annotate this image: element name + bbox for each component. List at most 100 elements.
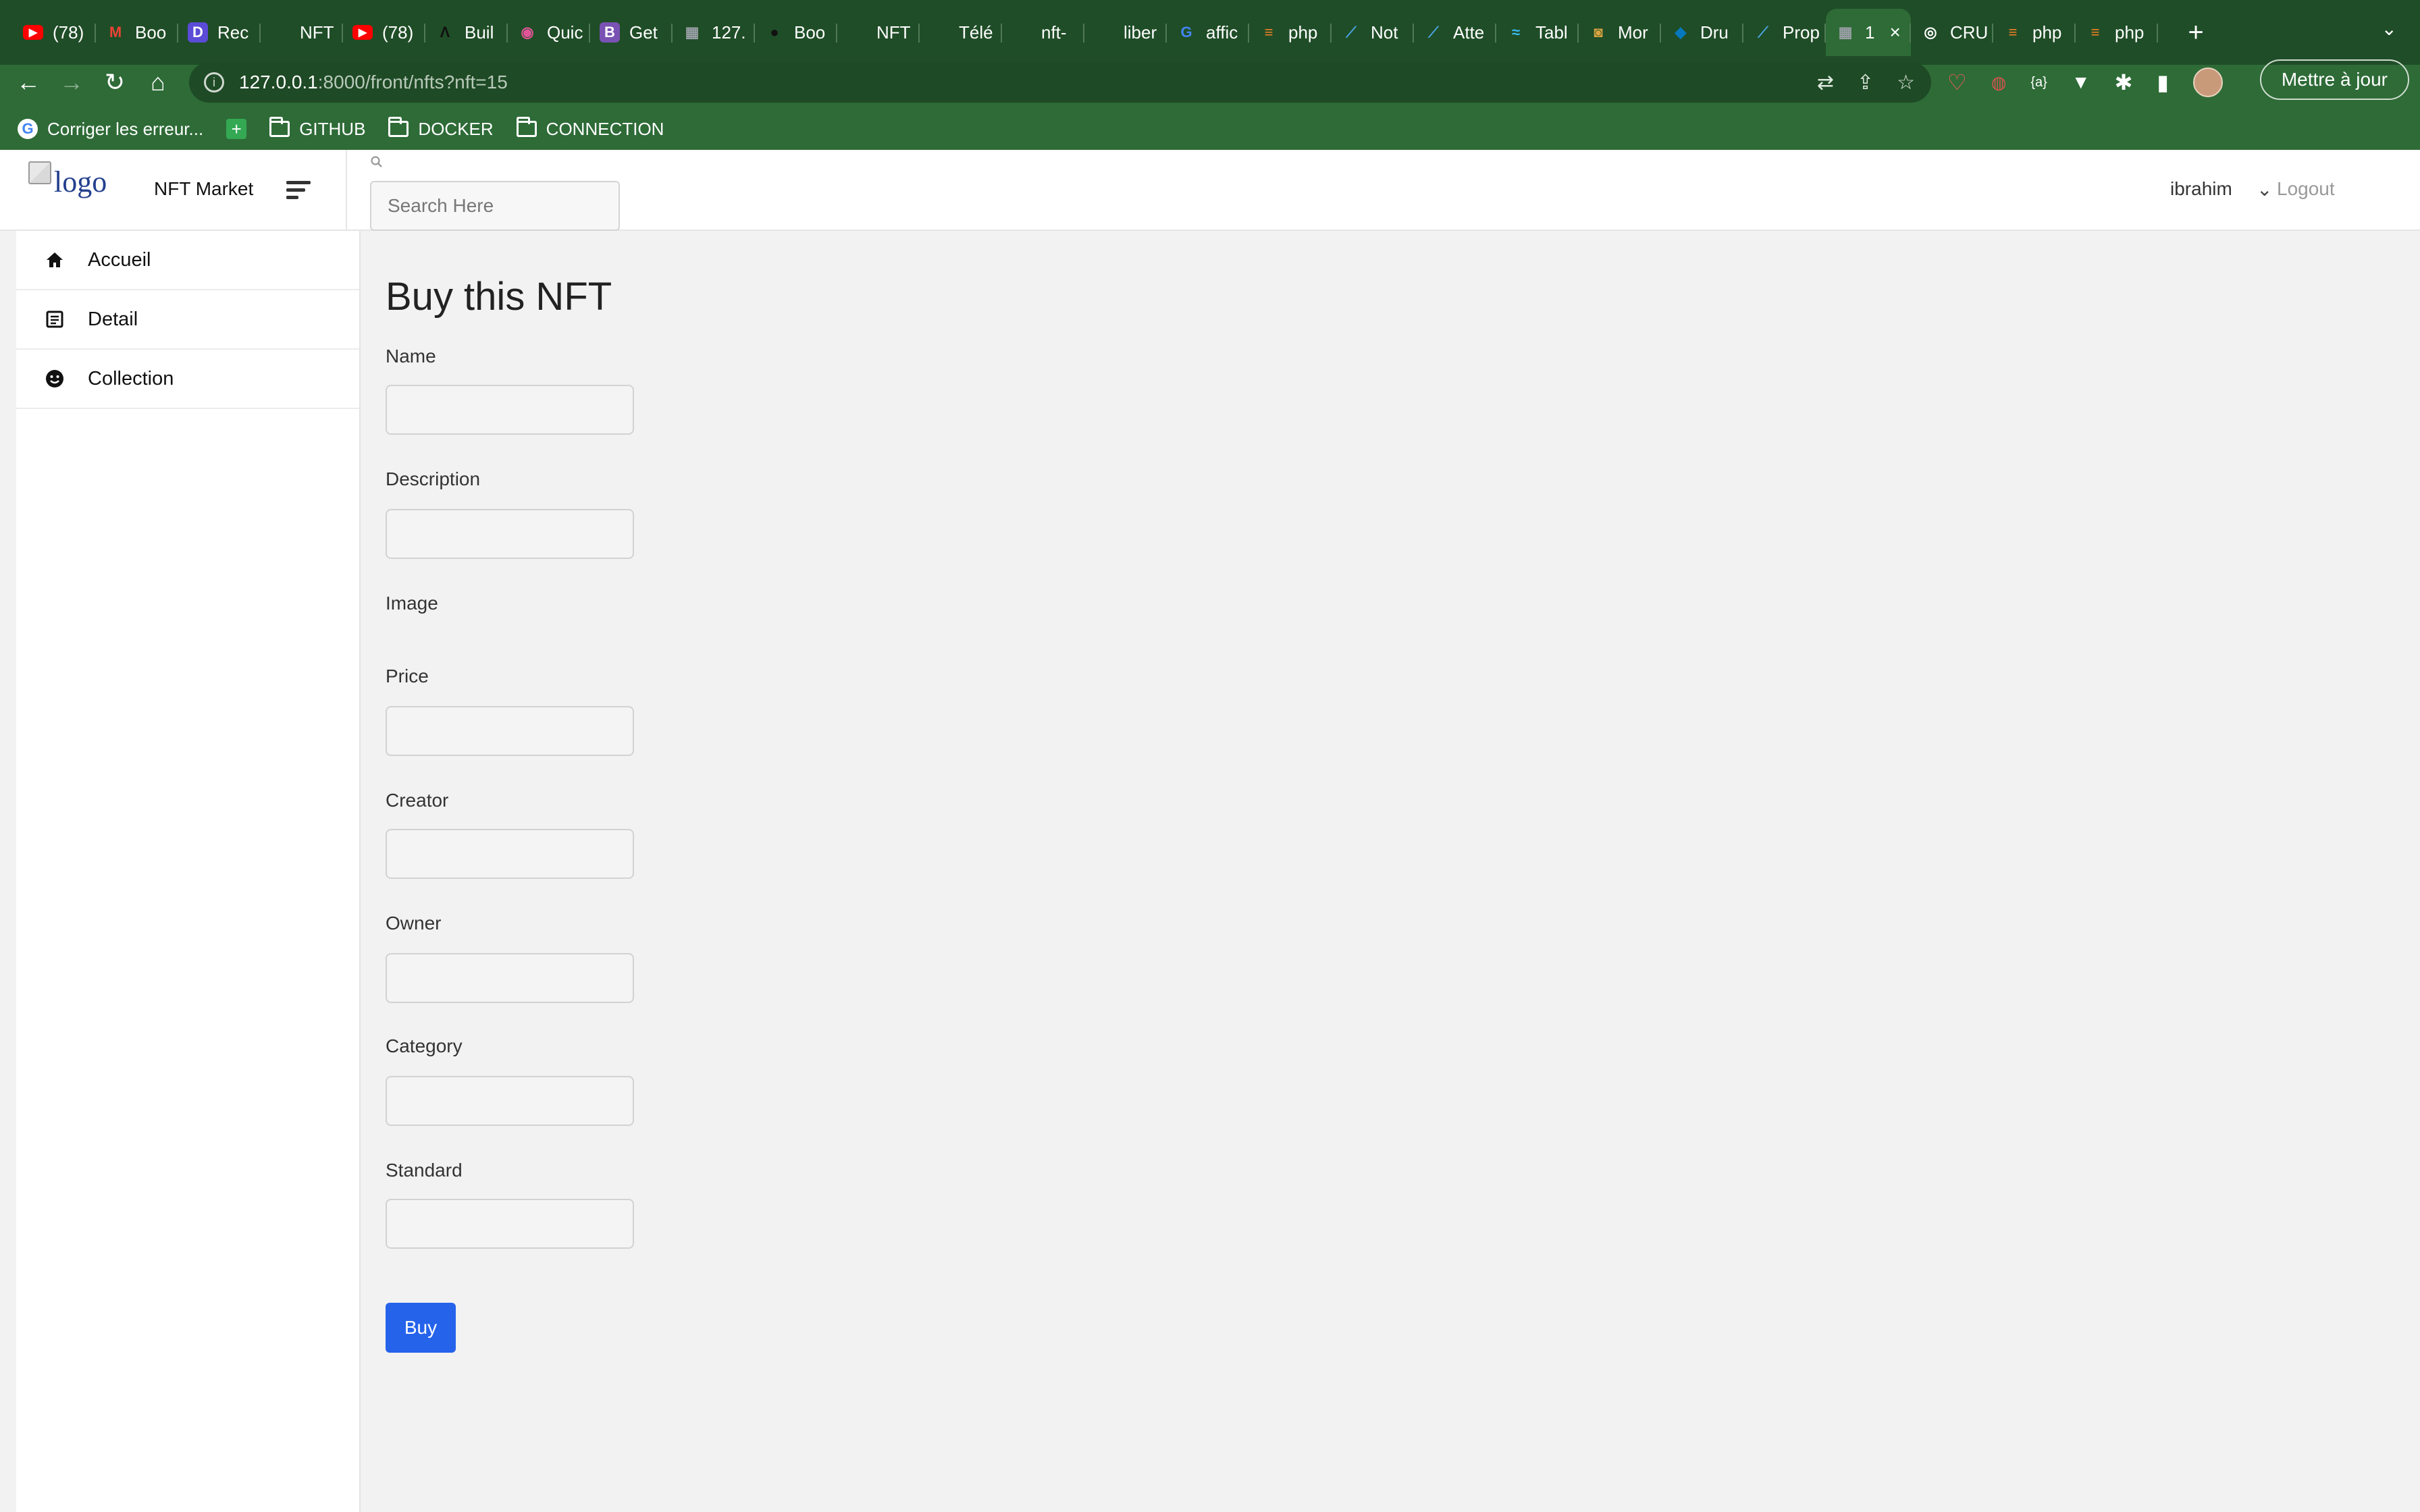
download-icon: ↓ [935,24,943,40]
browser-tab[interactable]: Λ Buil [425,9,508,56]
tab-list: ▶ (78) M Boo D Rec ● NFT ▶ (78) Λ Buil ◉ Quic B Get ▦ 127… [14,9,2158,56]
github-icon: ● [1017,24,1026,40]
name-field[interactable] [386,385,634,435]
extension-icon[interactable]: ◍ [1991,72,2007,93]
browser-tab[interactable]: ▶ (78) [14,9,96,56]
browser-tab[interactable]: ◙ Mor [1579,9,1661,56]
category-label: Category [386,1035,463,1056]
tab-label: Atte [1453,22,1485,43]
profile-avatar[interactable] [2193,68,2223,97]
tab-label: nft- [1041,22,1067,43]
forward-arrow-icon[interactable]: → [53,63,90,101]
browser-tab[interactable]: ≈ Tabl [1496,9,1579,56]
github-icon: ● [852,24,862,40]
browser-tab[interactable]: ◎ CRU [1911,9,1993,56]
browser-tab[interactable]: ◆ Dru [1661,9,1743,56]
wand-icon: ⟋ [1346,24,1357,40]
browser-tab[interactable]: ● nft- [1002,9,1084,56]
translate-icon[interactable]: ⇄ [1817,71,1834,94]
creator-field[interactable] [386,829,634,879]
logo-alt-text: logo [54,165,107,198]
tab-label: NFT [876,22,911,43]
owner-label: Owner [386,913,442,934]
extension-bracket-icon[interactable]: {a} [2030,75,2047,90]
user-name[interactable]: ibrahim [2170,178,2232,200]
browser-tab[interactable]: ● Boo [755,9,837,56]
chevron-down-icon[interactable]: ⌄ [2257,178,2272,200]
search-input[interactable] [370,181,620,231]
description-field[interactable] [386,509,634,559]
close-icon[interactable]: × [1889,22,1900,43]
browser-tab[interactable]: B Get [590,9,673,56]
bookmark-corriger[interactable]: G Corriger les erreur... [18,119,203,140]
browser-tab[interactable]: ● NFT [837,9,920,56]
bookmark-folder-connection[interactable]: CONNECTION [516,117,664,140]
share-icon[interactable]: ⇪ [1857,71,1874,94]
image-label: Image [386,593,438,614]
extensions-area: ♡ ◍ {a} ▼ ✱ ▮ [1947,62,2223,103]
new-tab-button[interactable]: + [2177,18,2215,48]
browser-tab[interactable]: ≡ php [1249,9,1332,56]
browser-tab[interactable]: ⟋ Atte [1414,9,1496,56]
sidebar-item-accueil[interactable]: Accueil [16,231,359,290]
tab-label: Boo [135,22,167,43]
price-field[interactable] [386,706,634,756]
browser-tab[interactable]: ⟋ Prop [1743,9,1826,56]
tab-label: CRU [1950,22,1989,43]
browser-tab[interactable]: ⟋ Not [1332,9,1414,56]
browser-tab[interactable]: ▦ 127. [673,9,755,56]
url-host: 127.0.0.1 [239,72,318,92]
tab-search-chevron-icon[interactable]: ⌄ [2382,18,2397,40]
adblock-shield-icon[interactable]: ♡ [1947,70,1967,95]
github-icon: ● [770,24,779,40]
logo[interactable]: logo [28,161,107,199]
browser-tab[interactable]: ↓ Télé [920,9,1002,56]
bookmark-label: DOCKER [418,118,494,139]
vue-devtools-icon[interactable]: ▼ [2072,72,2090,93]
browser-tab[interactable]: ● NFT [261,9,343,56]
side-panel-icon[interactable]: ▮ [2157,70,2169,95]
standard-field[interactable] [386,1199,634,1249]
site-info-icon[interactable]: i [204,72,224,92]
extensions-puzzle-icon[interactable]: ✱ [2115,70,2133,95]
bookmark-sheets[interactable]: + [226,119,247,139]
address-bar[interactable]: i 127.0.0.1:8000/front/nfts?nft=15 ⇄ ⇪ ☆ [189,62,1931,103]
back-arrow-icon[interactable]: ← [9,63,47,101]
sidebar-item-detail[interactable]: Detail [16,290,359,350]
bookmark-folder-docker[interactable]: DOCKER [388,117,494,140]
broken-image-icon [28,161,51,184]
header-divider [346,150,347,231]
tab-label: Get [629,22,658,43]
reload-icon[interactable]: ↻ [96,63,134,101]
category-field[interactable] [386,1076,634,1126]
browser-tab[interactable]: D Rec [178,9,261,56]
browser-tab[interactable]: ● liber [1084,9,1167,56]
address-bar-actions: ⇄ ⇪ ☆ [1817,71,1915,94]
menu-toggle-icon[interactable] [284,176,313,205]
browser-tab[interactable]: ▶ (78) [343,9,425,56]
bookmark-star-icon[interactable]: ☆ [1897,71,1915,94]
folder-icon [269,117,290,137]
browser-tab[interactable]: ▦ 1 × [1826,9,1911,56]
standard-label: Standard [386,1160,463,1181]
browser-tab[interactable]: ≡ php [1993,9,2076,56]
buy-button[interactable]: Buy [386,1303,456,1353]
browser-tab[interactable]: M Boo [96,9,178,56]
update-button[interactable]: Mettre à jour [2259,59,2409,100]
document-icon [43,308,66,331]
folder-icon [516,117,537,137]
owner-field[interactable] [386,953,634,1003]
folder-icon [388,117,409,137]
sidebar-item-collection[interactable]: Collection [16,350,359,409]
brand-name[interactable]: NFT Market [154,178,253,200]
bookmark-folder-github[interactable]: GITHUB [269,117,365,140]
browser-tab[interactable]: ≡ php [2076,9,2158,56]
browser-tab[interactable]: ◉ Quic [508,9,590,56]
home-button-icon[interactable]: ⌂ [139,63,177,101]
github-icon: ● [275,24,285,40]
browser-tab[interactable]: Gaffic [1167,9,1249,56]
quick-icon: ◉ [521,24,534,40]
app-header: logo NFT Market ibrahim ⌄ Logout [0,150,2420,231]
logout-link[interactable]: Logout [2277,178,2335,200]
stackoverflow-icon: ≡ [1264,24,1273,40]
